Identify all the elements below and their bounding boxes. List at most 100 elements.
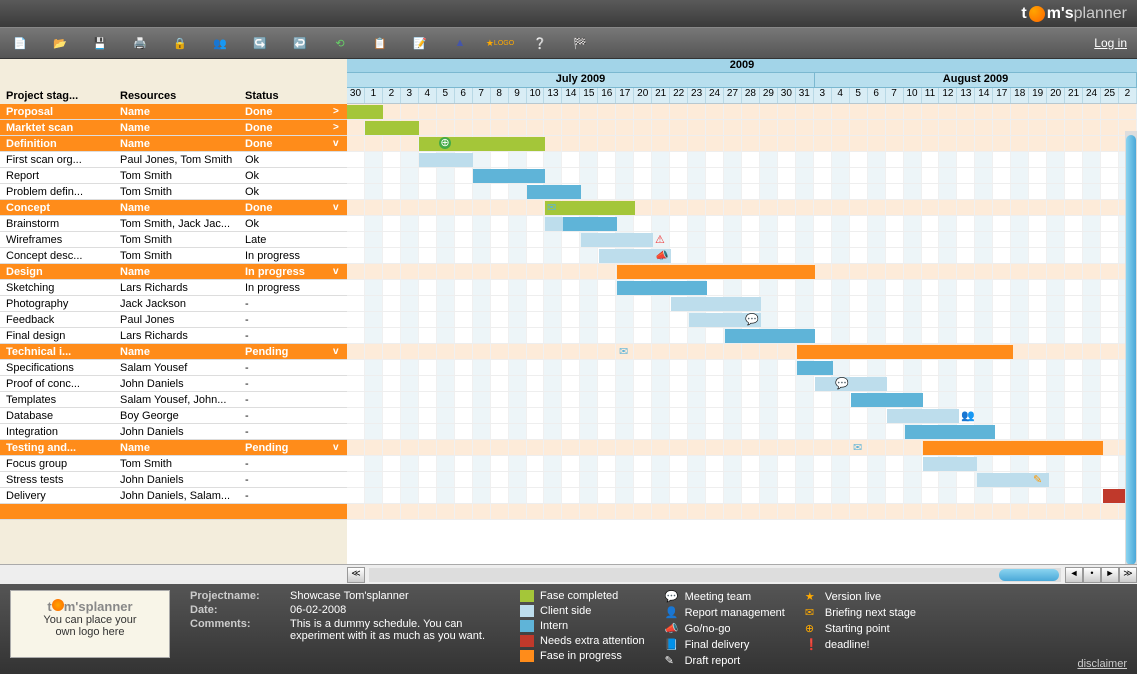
gantt-bar[interactable] — [347, 105, 383, 119]
gantt-row[interactable] — [347, 424, 1137, 440]
gantt-bar[interactable] — [473, 169, 545, 183]
phase-row[interactable] — [0, 504, 347, 520]
gantt-bar[interactable] — [905, 425, 995, 439]
day-cell[interactable]: 14 — [975, 88, 993, 103]
day-cell[interactable]: 14 — [562, 88, 580, 103]
day-cell[interactable]: 3 — [401, 88, 419, 103]
task-row[interactable]: Concept desc... Tom Smith In progress — [0, 248, 347, 264]
day-cell[interactable]: 2 — [383, 88, 401, 103]
milestone-icon[interactable]: ▲ — [450, 33, 470, 53]
gantt-row[interactable] — [347, 456, 1137, 472]
star-logo-button[interactable]: ★LOGO — [490, 33, 510, 53]
gantt-row[interactable] — [347, 264, 1137, 280]
day-cell[interactable]: 22 — [670, 88, 688, 103]
vertical-scrollbar[interactable] — [1125, 131, 1137, 564]
task-row[interactable]: Sketching Lars Richards In progress — [0, 280, 347, 296]
chevron-icon[interactable]: v — [333, 266, 347, 277]
task-row[interactable]: Photography Jack Jackson - — [0, 296, 347, 312]
undo-icon[interactable]: ⟲ — [330, 33, 350, 53]
gantt-marker-icon[interactable]: ⚠ — [655, 233, 665, 246]
scrollbar-thumb[interactable] — [999, 569, 1059, 581]
task-row[interactable]: Focus group Tom Smith - — [0, 456, 347, 472]
gantt-row[interactable]: 💬 — [347, 376, 1137, 392]
day-cell[interactable]: 28 — [742, 88, 760, 103]
day-cell[interactable]: 17 — [616, 88, 634, 103]
new-icon[interactable]: 📄 — [10, 33, 30, 53]
phase-row[interactable]: Concept Name Done v — [0, 200, 347, 216]
day-cell[interactable]: 18 — [1011, 88, 1029, 103]
print-icon[interactable]: 🖨️ — [130, 33, 150, 53]
scroll-today-button[interactable]: • — [1083, 567, 1101, 583]
gantt-row[interactable]: 💬 — [347, 312, 1137, 328]
day-cell[interactable]: 13 — [957, 88, 975, 103]
gantt-bar[interactable] — [815, 377, 887, 391]
day-cell[interactable]: 1 — [365, 88, 383, 103]
day-cell[interactable]: 13 — [544, 88, 562, 103]
gantt-bar[interactable] — [527, 185, 581, 199]
task-row[interactable]: Delivery John Daniels, Salam... - — [0, 488, 347, 504]
task-row[interactable]: First scan org... Paul Jones, Tom Smith … — [0, 152, 347, 168]
gantt-row[interactable] — [347, 296, 1137, 312]
day-cell[interactable]: 29 — [760, 88, 778, 103]
gantt-row[interactable] — [347, 152, 1137, 168]
day-cell[interactable]: 4 — [832, 88, 850, 103]
chevron-icon[interactable]: > — [333, 122, 347, 133]
gantt-bar[interactable] — [617, 281, 707, 295]
task-row[interactable]: Specifications Salam Yousef - — [0, 360, 347, 376]
import-icon[interactable]: ↪️ — [250, 33, 270, 53]
day-cell[interactable]: 7 — [886, 88, 904, 103]
gantt-row[interactable] — [347, 392, 1137, 408]
phase-row[interactable]: Marktet scan Name Done > — [0, 120, 347, 136]
chevron-icon[interactable]: v — [333, 442, 347, 453]
day-cell[interactable]: 31 — [796, 88, 814, 103]
scroll-first-button[interactable]: ≪ — [347, 567, 365, 583]
chevron-icon[interactable]: v — [333, 346, 347, 357]
day-cell[interactable]: 3 — [814, 88, 832, 103]
gantt-row[interactable] — [347, 168, 1137, 184]
users-icon[interactable]: 👥 — [210, 33, 230, 53]
gantt-row[interactable] — [347, 280, 1137, 296]
gantt-bar[interactable] — [545, 217, 563, 231]
day-cell[interactable]: 16 — [598, 88, 616, 103]
gantt-row[interactable]: ✎ — [347, 472, 1137, 488]
flag-icon[interactable]: 🏁 — [570, 33, 590, 53]
day-cell[interactable]: 21 — [652, 88, 670, 103]
gantt-row[interactable]: ✉ — [347, 440, 1137, 456]
task-row[interactable]: Proof of conc... John Daniels - — [0, 376, 347, 392]
day-cell[interactable]: 2 — [1119, 88, 1137, 103]
task-row[interactable]: Stress tests John Daniels - — [0, 472, 347, 488]
day-cell[interactable]: 15 — [580, 88, 598, 103]
gantt-row[interactable]: ✉ — [347, 344, 1137, 360]
day-cell[interactable]: 7 — [473, 88, 491, 103]
gantt-bar[interactable] — [419, 153, 473, 167]
edit-icon[interactable]: 📝 — [410, 33, 430, 53]
gantt-row[interactable] — [347, 216, 1137, 232]
col-header-resources[interactable]: Resources — [120, 90, 245, 102]
gantt-bar[interactable] — [923, 457, 977, 471]
day-cell[interactable]: 24 — [706, 88, 724, 103]
task-row[interactable]: Templates Salam Yousef, John... - — [0, 392, 347, 408]
gantt-bar[interactable] — [563, 217, 617, 231]
gantt-bar[interactable] — [671, 297, 761, 311]
open-icon[interactable]: 📂 — [50, 33, 70, 53]
gantt-bar[interactable] — [617, 265, 815, 279]
gantt-bar[interactable] — [797, 345, 1013, 359]
day-cell[interactable]: 4 — [419, 88, 437, 103]
gantt-marker-icon[interactable]: ⊕ — [439, 137, 451, 149]
day-cell[interactable]: 11 — [922, 88, 940, 103]
gantt-bar[interactable] — [851, 393, 923, 407]
chevron-icon[interactable]: v — [333, 138, 347, 149]
gantt-marker-icon[interactable]: ✉ — [619, 345, 628, 358]
gantt-marker-icon[interactable]: ✉ — [547, 201, 556, 214]
task-row[interactable]: Database Boy George - — [0, 408, 347, 424]
scroll-left-button[interactable]: ◄ — [1065, 567, 1083, 583]
logo-placeholder[interactable]: tm'splanner You can place your own logo … — [10, 590, 170, 658]
day-cell[interactable]: 12 — [939, 88, 957, 103]
gantt-bar[interactable] — [365, 121, 419, 135]
task-row[interactable]: Report Tom Smith Ok — [0, 168, 347, 184]
day-cell[interactable]: 30 — [778, 88, 796, 103]
phase-row[interactable]: Testing and... Name Pending v — [0, 440, 347, 456]
day-cell[interactable]: 5 — [850, 88, 868, 103]
note-icon[interactable]: 📋 — [370, 33, 390, 53]
col-header-stage[interactable]: Project stag... — [0, 90, 120, 102]
